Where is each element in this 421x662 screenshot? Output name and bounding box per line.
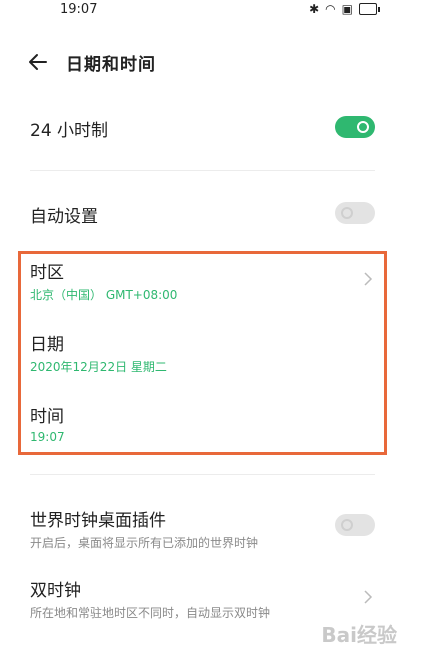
wifi-icon: ◠ [325,2,336,16]
watermark: Bai经验 [321,623,397,647]
back-arrow-icon[interactable] [26,50,50,74]
nfc-icon: ▣ [341,2,353,16]
highlight-box [18,251,387,455]
divider [30,474,375,475]
setting-world-clock-widget[interactable]: 世界时钟桌面插件 开启后，桌面将显示所有已添加的世界时钟 [0,504,421,556]
divider [30,170,375,171]
setting-dual-clock-desc: 所在地和常驻地时区不同时，自动显示双时钟 [30,606,271,620]
setting-dual-clock-label: 双时钟 [30,581,81,601]
toggle-auto-set[interactable] [335,202,375,224]
toggle-world-clock-widget[interactable] [335,514,375,536]
setting-world-clock-desc: 开启后，桌面将显示所有已添加的世界时钟 [30,536,259,550]
chevron-right-icon [364,590,373,604]
bluetooth-icon: ✱ [309,2,320,16]
setting-24-hour-label: 24 小时制 [30,121,109,141]
page-title: 日期和时间 [66,55,156,75]
app-header: 日期和时间 [0,44,421,84]
status-bar: 19:07 ✱ ◠ ▣ [0,0,421,22]
setting-world-clock-label: 世界时钟桌面插件 [30,511,166,531]
toggle-24-hour[interactable] [335,116,375,138]
setting-auto-set-label: 自动设置 [30,207,98,227]
status-time: 19:07 [60,2,98,17]
setting-auto-set[interactable]: 自动设置 [0,196,421,236]
setting-24-hour[interactable]: 24 小时制 [0,110,421,150]
status-icons: ✱ ◠ ▣ [309,2,380,16]
battery-icon [359,3,380,15]
